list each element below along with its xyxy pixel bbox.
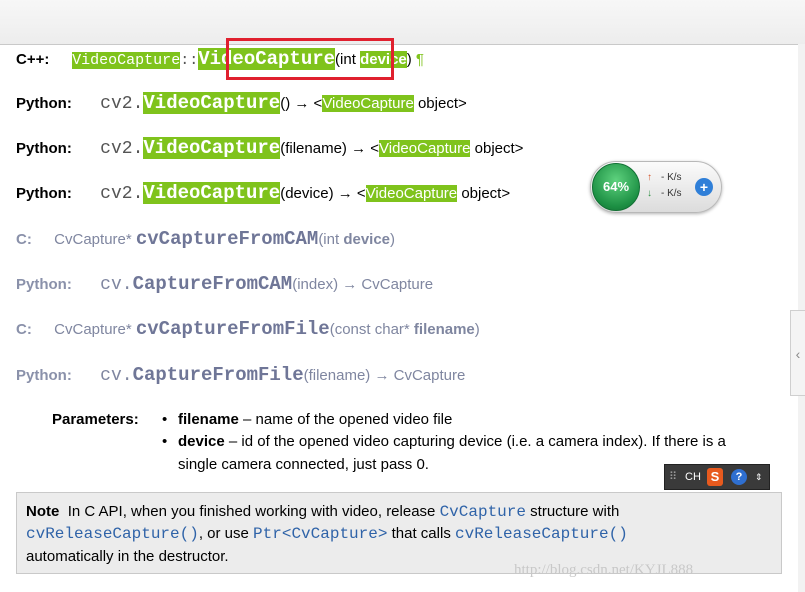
note-text: structure with [525, 503, 620, 520]
note-line-3: automatically in the destructor. [26, 548, 229, 565]
signature-label: C: [16, 321, 32, 338]
signature-python-file: Python: cv.CaptureFromFile(filename) → C… [16, 364, 465, 386]
return-type: → CvCapture [370, 367, 466, 384]
language-toggle[interactable]: CH [685, 465, 701, 489]
return-suffix: object> [470, 140, 524, 157]
return-suffix: object> [457, 185, 511, 202]
args-open: (const char* [329, 321, 414, 338]
args-open: (int [318, 231, 344, 248]
param-name: filename [413, 321, 475, 338]
help-icon[interactable]: ? [731, 469, 747, 485]
download-value: - K/s [661, 188, 682, 199]
scope-separator: :: [180, 52, 199, 69]
signature-label: C: [16, 231, 32, 248]
function-name: CaptureFromFile [132, 364, 304, 386]
note-text: In C API, when you finished working with… [67, 503, 440, 520]
signature-c-file: C: CvCapture* cvCaptureFromFile(const ch… [16, 318, 480, 340]
args-close: ) [474, 321, 480, 338]
code-term: cvReleaseCapture() [454, 525, 628, 543]
arrow: → < [333, 185, 366, 202]
function-name: VideoCapture [143, 182, 281, 204]
up-arrow-icon: ↑ [647, 172, 652, 183]
down-arrow-icon: ↓ [647, 188, 652, 199]
signature-label: Python: [16, 140, 72, 157]
code-term: cvReleaseCapture() [26, 525, 199, 543]
sogou-logo-icon[interactable]: S [707, 468, 723, 486]
param-device-desc-cont: single camera connected, just pass 0. [178, 456, 429, 473]
code-term: Ptr<CvCapture> [253, 525, 388, 543]
function-name: cvCaptureFromFile [135, 318, 330, 340]
signature-label: Python: [16, 95, 72, 112]
signature-python-1: Python: cv2.VideoCapture() → <VideoCaptu… [16, 92, 467, 114]
param-desc: – name of the opened video file [238, 411, 453, 428]
module-prefix: cv. [100, 366, 133, 386]
return-type: VideoCapture [365, 185, 458, 202]
namespace-name: VideoCapture [72, 52, 181, 69]
signature-label: Python: [16, 367, 72, 384]
return-type: VideoCapture [379, 140, 471, 157]
args: (device) [280, 185, 334, 202]
param-name: device [178, 433, 225, 450]
note-text: that calls [387, 525, 455, 542]
usage-gauge: 64% [592, 163, 640, 211]
network-speed-widget[interactable]: 64% ↑ - K/s ↓ - K/s + [590, 161, 722, 213]
signature-c-cam: C: CvCapture* cvCaptureFromCAM(int devic… [16, 228, 395, 250]
collapse-side-panel-chevron-icon[interactable]: ‹ [790, 310, 805, 396]
upload-speed: ↑ - K/s [647, 172, 682, 183]
signature-label: C++: [16, 51, 50, 68]
signature-label: Python: [16, 185, 72, 202]
module-prefix: cv. [100, 275, 133, 295]
function-name: VideoCapture [143, 92, 281, 114]
menu-chevron-icon[interactable]: ⇕ [755, 465, 763, 489]
download-speed: ↓ - K/s [647, 188, 682, 199]
watermark: http://blog.csdn.net/KYJL888 [514, 562, 694, 578]
return-type: VideoCapture [322, 95, 414, 112]
highlight-box [226, 38, 394, 80]
ime-toolbar[interactable]: ⠿ CH S ? ⇕ [664, 464, 770, 490]
return-type: → CvCapture [338, 276, 434, 293]
arrow: → < [290, 95, 323, 112]
signature-python-3: Python: cv2.VideoCapture(device) → <Vide… [16, 182, 510, 204]
args: () [280, 95, 291, 112]
args-close: ) [390, 231, 396, 248]
args: (index) [292, 276, 339, 293]
note-label: Note [26, 503, 60, 520]
module-prefix: cv2. [100, 94, 144, 114]
param-name: filename [178, 411, 239, 428]
function-name: CaptureFromCAM [132, 273, 293, 295]
code-term: CvCapture [439, 503, 526, 521]
args: (filename) [280, 140, 347, 157]
return-suffix: object> [413, 95, 467, 112]
note-text: , or use [198, 525, 254, 542]
permalink-icon[interactable]: ¶ [412, 51, 424, 68]
bullet-icon: • [162, 411, 168, 428]
upload-value: - K/s [661, 172, 682, 183]
arrow: → < [346, 140, 380, 157]
module-prefix: cv2. [100, 139, 144, 159]
signature-python-2: Python: cv2.VideoCapture(filename) → <Vi… [16, 137, 523, 159]
return-type: CvCapture* [54, 231, 136, 248]
param-name: device [343, 231, 391, 248]
bullet-icon: • [162, 433, 168, 450]
top-toolbar [0, 0, 805, 45]
param-device: device – id of the opened video capturin… [178, 433, 726, 450]
drag-handle-icon[interactable]: ⠿ [669, 465, 677, 489]
function-name: VideoCapture [143, 137, 281, 159]
args: (filename) [303, 367, 371, 384]
note-line-2: cvReleaseCapture(), or use Ptr<CvCapture… [26, 525, 628, 543]
module-prefix: cv2. [100, 184, 144, 204]
signature-python-cam: Python: cv.CaptureFromCAM(index) → CvCap… [16, 273, 433, 295]
function-name: cvCaptureFromCAM [135, 228, 319, 250]
parameters-label: Parameters: [52, 411, 139, 428]
return-type: CvCapture* [54, 321, 136, 338]
param-desc: – id of the opened video capturing devic… [224, 433, 726, 450]
signature-label: Python: [16, 276, 72, 293]
plus-icon[interactable]: + [695, 178, 713, 196]
note-line-1: Note In C API, when you finished working… [26, 503, 619, 521]
param-filename: filename – name of the opened video file [178, 411, 452, 428]
